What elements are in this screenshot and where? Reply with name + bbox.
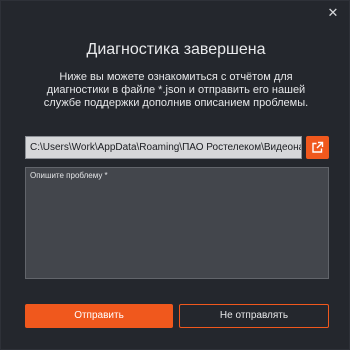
send-button[interactable]: Отправить bbox=[25, 304, 173, 328]
file-path-field[interactable]: C:\Users\Work\AppData\Roaming\ПАО Ростел… bbox=[25, 136, 302, 159]
dialog-description: Ниже вы можете ознакомиться с отчётом дл… bbox=[43, 71, 309, 109]
do-not-send-button[interactable]: Не отправлять bbox=[179, 304, 329, 328]
external-link-icon bbox=[312, 141, 324, 153]
diagnostics-dialog: ✕ Диагностика завершена Ниже вы можете о… bbox=[0, 0, 350, 350]
problem-description-placeholder: Опишите проблему * bbox=[30, 171, 108, 180]
file-path-row: C:\Users\Work\AppData\Roaming\ПАО Ростел… bbox=[25, 136, 329, 159]
open-file-button[interactable] bbox=[306, 136, 329, 159]
close-icon[interactable]: ✕ bbox=[325, 6, 341, 22]
problem-description-input[interactable]: Опишите проблему * bbox=[25, 167, 329, 279]
dialog-title: Диагностика завершена bbox=[86, 41, 266, 58]
